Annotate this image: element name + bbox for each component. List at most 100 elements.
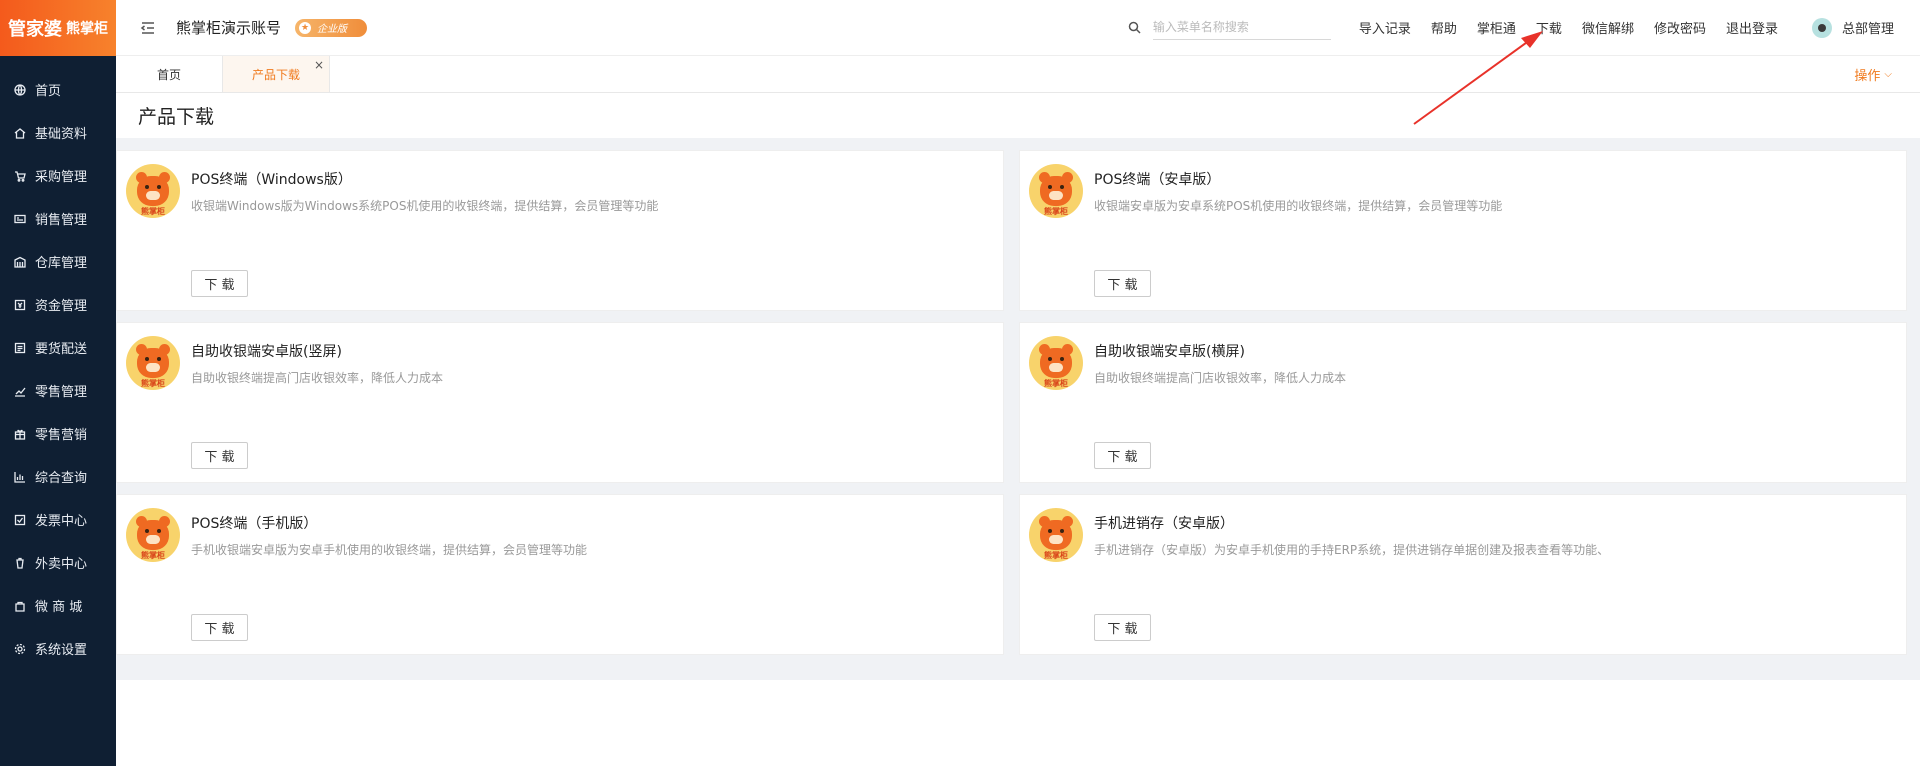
chart-icon: [14, 471, 26, 483]
warehouse-icon: [14, 256, 26, 268]
product-title: POS终端（Windows版）: [191, 172, 352, 188]
product-title: POS终端（安卓版）: [1094, 172, 1221, 188]
bear-logo-icon: 熊掌柜: [1029, 336, 1083, 390]
sidebar-item-label: 综合查询: [35, 471, 88, 486]
sidebar-item-home[interactable]: 首页: [0, 68, 116, 111]
product-card: 熊掌柜 自助收银端安卓版(横屏) 自助收银终端提高门店收银效率，降低人力成本 下…: [1019, 322, 1907, 483]
search-icon[interactable]: [1128, 21, 1141, 34]
globe-icon: [14, 83, 26, 96]
product-logo-text: 熊掌柜: [1044, 207, 1068, 216]
money-icon: [14, 299, 26, 311]
sidebar-item-sales[interactable]: 销售管理: [0, 197, 116, 240]
help-link[interactable]: 帮助: [1431, 18, 1457, 37]
product-logo-text: 熊掌柜: [1044, 551, 1068, 560]
brand-name-main: 管家婆: [8, 19, 62, 40]
page-tabs: 首页 产品下载 × 操作 ⌵: [116, 56, 1920, 93]
menu-search: [1128, 15, 1331, 40]
download-button[interactable]: 下 载: [191, 614, 248, 641]
sidebar-item-settings[interactable]: 系统设置: [0, 627, 116, 670]
header-actions: 导入记录 帮助 掌柜通 下载 微信解绑 修改密码 退出登录 总部管理: [1128, 15, 1920, 40]
product-logo-text: 熊掌柜: [1044, 379, 1068, 388]
change-password-link[interactable]: 修改密码: [1654, 18, 1706, 37]
brand-name-sub: 熊掌柜: [66, 21, 108, 37]
close-icon[interactable]: ×: [314, 58, 324, 72]
product-card: 熊掌柜 自助收银端安卓版(竖屏) 自助收银终端提高门店收银效率，降低人力成本 下…: [116, 322, 1004, 483]
product-title: POS终端（手机版）: [191, 516, 318, 532]
sidebar-item-basic-data[interactable]: 基础资料: [0, 111, 116, 154]
sidebar-item-label: 要货配送: [35, 342, 88, 357]
product-logo-text: 熊掌柜: [141, 551, 165, 560]
user-menu[interactable]: 总部管理: [1811, 17, 1894, 38]
download-button[interactable]: 下 载: [191, 270, 248, 297]
product-description: 自助收银终端提高门店收银效率，降低人力成本: [191, 371, 444, 385]
download-button[interactable]: 下 载: [191, 442, 248, 469]
top-header: 熊掌柜演示账号 ★ 企业版 导入记录 帮助 掌柜通 下载 微信解绑 修改密码 退…: [116, 0, 1920, 56]
brand-logo[interactable]: 管家婆 熊掌柜: [0, 0, 116, 56]
tab-label: 首页: [156, 67, 181, 82]
sidebar-item-label: 资金管理: [35, 299, 88, 314]
gear-icon: [14, 643, 26, 655]
product-title: 自助收银端安卓版(竖屏): [191, 344, 342, 360]
sidebar-item-label: 系统设置: [35, 643, 88, 658]
sidebar-item-purchase[interactable]: 采购管理: [0, 154, 116, 197]
edition-badge: ★ 企业版: [295, 18, 368, 37]
tab-product-download[interactable]: 产品下载 ×: [223, 56, 330, 92]
retail-icon: [14, 385, 26, 397]
product-card: 熊掌柜 POS终端（Windows版） 收银端Windows版为Windows系…: [116, 150, 1004, 311]
product-logo-text: 熊掌柜: [141, 207, 165, 216]
search-input[interactable]: [1152, 15, 1331, 40]
sidebar-item-label: 微 商 城: [35, 600, 83, 615]
logout-link[interactable]: 退出登录: [1726, 18, 1778, 37]
download-button[interactable]: 下 载: [1094, 442, 1151, 469]
sidebar-item-retail[interactable]: 零售管理: [0, 369, 116, 412]
bear-logo-icon: 熊掌柜: [1029, 164, 1083, 218]
gift-icon: [14, 428, 26, 440]
product-logo-text: 熊掌柜: [141, 379, 165, 388]
menu-toggle-icon[interactable]: [140, 20, 156, 36]
zhanggui-link[interactable]: 掌柜通: [1477, 18, 1516, 37]
takeout-icon: [14, 557, 26, 569]
product-card: 熊掌柜 POS终端（手机版） 手机收银端安卓版为安卓手机使用的收银终端，提供结算…: [116, 494, 1004, 655]
product-title: 手机进销存（安卓版）: [1094, 516, 1234, 532]
star-icon: ★: [299, 21, 312, 34]
sidebar-item-label: 零售管理: [35, 385, 88, 400]
account-title: 熊掌柜演示账号: [176, 19, 282, 37]
sidebar-item-label: 首页: [35, 84, 62, 99]
product-description: 自助收银终端提高门店收银效率，降低人力成本: [1094, 371, 1347, 385]
download-button[interactable]: 下 载: [1094, 270, 1151, 297]
download-link[interactable]: 下载: [1536, 18, 1562, 37]
sidebar-item-delivery[interactable]: 要货配送: [0, 326, 116, 369]
bear-logo-icon: 熊掌柜: [126, 164, 180, 218]
sidebar-item-warehouse[interactable]: 仓库管理: [0, 240, 116, 283]
page-title-bar: 产品下载: [116, 93, 1920, 138]
download-button[interactable]: 下 载: [1094, 614, 1151, 641]
wechat-unbind-link[interactable]: 微信解绑: [1582, 18, 1634, 37]
sidebar-item-funds[interactable]: 资金管理: [0, 283, 116, 326]
sidebar-item-mall[interactable]: 微 商 城: [0, 584, 116, 627]
bear-logo-icon: 熊掌柜: [126, 508, 180, 562]
sidebar-item-marketing[interactable]: 零售营销: [0, 412, 116, 455]
delivery-icon: [14, 342, 26, 354]
sidebar-item-takeout[interactable]: 外卖中心: [0, 541, 116, 584]
sidebar-item-invoice[interactable]: 发票中心: [0, 498, 116, 541]
chevron-down-icon: ⌵: [1884, 68, 1892, 80]
sidebar-item-label: 销售管理: [35, 213, 88, 228]
sidebar-item-query[interactable]: 综合查询: [0, 455, 116, 498]
tab-home[interactable]: 首页: [116, 56, 223, 92]
cart-icon: [14, 170, 26, 182]
sidebar-item-label: 基础资料: [35, 127, 88, 142]
product-card: 熊掌柜 POS终端（安卓版） 收银端安卓版为安卓系统POS机使用的收银终端，提供…: [1019, 150, 1907, 311]
main-content: 熊掌柜 POS终端（Windows版） 收银端Windows版为Windows系…: [116, 138, 1920, 680]
sidebar-item-label: 零售营销: [35, 428, 88, 443]
invoice-icon: [14, 514, 26, 526]
user-name: 总部管理: [1841, 22, 1894, 37]
import-records-link[interactable]: 导入记录: [1359, 18, 1411, 37]
product-description: 手机进销存（安卓版）为安卓手机使用的手持ERP系统，提供进销存单据创建及报表查看…: [1094, 543, 1610, 557]
sidebar-item-label: 发票中心: [35, 514, 88, 529]
operations-dropdown[interactable]: 操作 ⌵: [1854, 56, 1892, 92]
sidebar-nav: 首页 基础资料 采购管理 销售管理 仓库管理 资金管理 要货配送 零售管理 零售…: [0, 68, 116, 670]
sidebar-item-label: 采购管理: [35, 170, 88, 185]
sidebar-item-label: 仓库管理: [35, 256, 88, 271]
bear-logo-icon: 熊掌柜: [1029, 508, 1083, 562]
bear-logo-icon: 熊掌柜: [126, 336, 180, 390]
